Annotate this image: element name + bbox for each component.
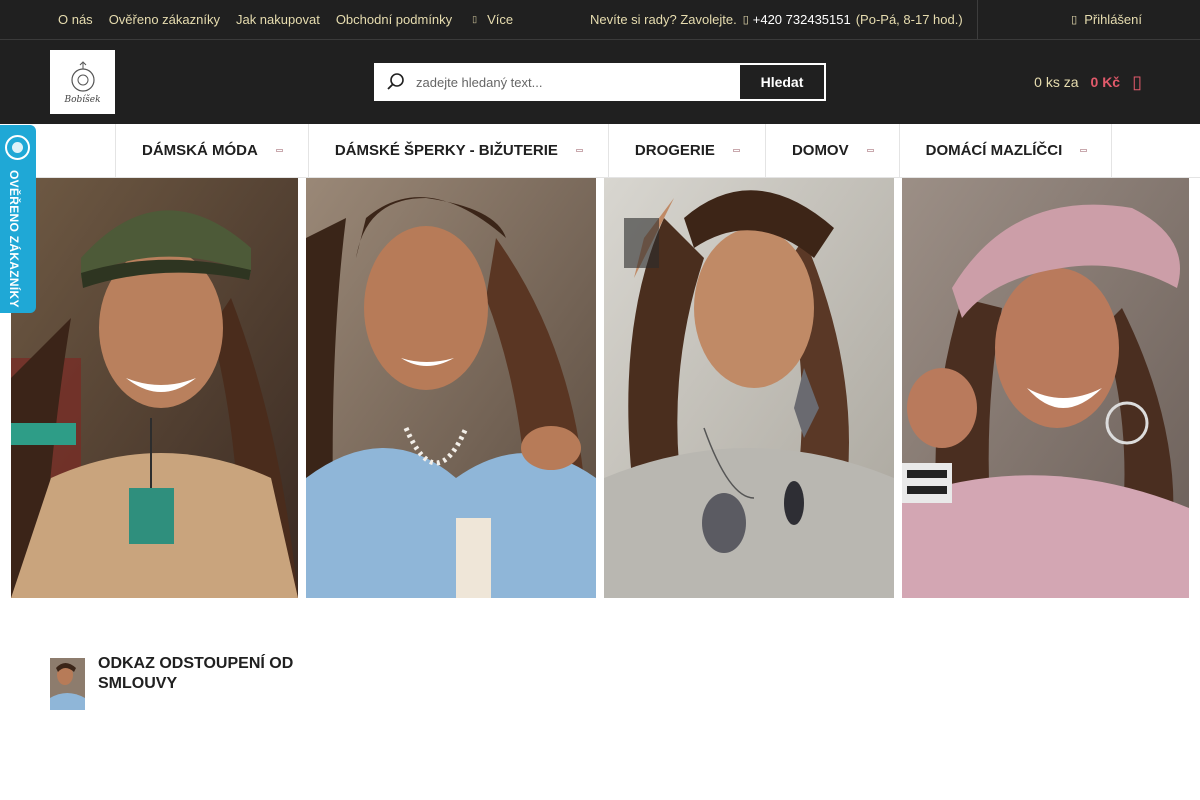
- banner-3[interactable]: [604, 178, 894, 598]
- more-menu[interactable]: ▯ Více: [472, 12, 513, 27]
- logo-mark-icon: [70, 60, 95, 92]
- main-navigation: DÁMSKÁ MÓDA DÁMSKÉ ŠPERKY - BIŽUTERIE DR…: [0, 124, 1200, 178]
- chevron-down-icon: [732, 149, 740, 152]
- banner-image: [11, 178, 298, 598]
- banner-image: [902, 178, 1189, 598]
- chevron-down-icon: [1080, 149, 1088, 152]
- more-label: Více: [487, 12, 514, 27]
- nav-item-domaci-mazlicci[interactable]: DOMÁCÍ MAZLÍČCI: [900, 124, 1113, 177]
- verified-badge[interactable]: OVĚŘENO ZÁKAZNÍKY: [0, 125, 36, 313]
- banner-image: [306, 178, 596, 598]
- seal-icon: [5, 135, 30, 160]
- nav-item-damske-sperky[interactable]: DÁMSKÉ ŠPERKY - BIŽUTERIE: [309, 124, 609, 177]
- article-thumbnail-image: [50, 658, 85, 710]
- divider: [977, 0, 978, 39]
- banner-image: [604, 178, 894, 598]
- banner-2[interactable]: [306, 178, 596, 598]
- chevron-down-icon: [575, 149, 583, 152]
- link-overeno-zakazniky[interactable]: Ověřeno zákazníky: [109, 12, 220, 27]
- chevron-down-icon: [866, 149, 874, 152]
- cart-price: 0 Kč: [1090, 74, 1121, 90]
- search-button[interactable]: Hledat: [740, 65, 824, 99]
- link-obchodni-podminky[interactable]: Obchodní podmínky: [336, 12, 452, 27]
- contact-text: Nevíte si rady? Zavolejte.: [590, 12, 737, 27]
- nav-item-drogerie[interactable]: DROGERIE: [609, 124, 766, 177]
- nav-label: DROGERIE: [634, 142, 715, 159]
- logo[interactable]: Bobíšek: [50, 50, 115, 114]
- login-label: Přihlášení: [1084, 12, 1142, 27]
- user-icon: ▯: [1071, 14, 1078, 26]
- cart-quantity: 0 ks za: [1034, 74, 1079, 90]
- opening-hours: (Po-Pá, 8-17 hod.): [855, 12, 963, 27]
- nav-label: DOMÁCÍ MAZLÍČCI: [925, 142, 1063, 159]
- phone-icon: ▯: [742, 14, 749, 26]
- logo-text: Bobíšek: [64, 94, 101, 105]
- banner-1[interactable]: [11, 178, 298, 598]
- nav-label: DÁMSKÉ ŠPERKY - BIŽUTERIE: [334, 142, 558, 159]
- contact-info: Nevíte si rady? Zavolejte. ▯ +420 732435…: [590, 0, 963, 39]
- link-o-nas[interactable]: O nás: [58, 12, 93, 27]
- more-icon: ▯: [472, 14, 478, 24]
- cart-icon: ▯: [1132, 71, 1142, 92]
- login-link[interactable]: ▯ Přihlášení: [1071, 0, 1142, 39]
- nav-label: DÁMSKÁ MÓDA: [142, 142, 258, 159]
- phone-number[interactable]: +420 732435151: [753, 12, 851, 27]
- top-links: O nás Ověřeno zákazníky Jak nakupovat Ob…: [58, 0, 513, 39]
- article-thumbnail[interactable]: [50, 658, 85, 710]
- search-icon: [376, 65, 416, 99]
- header: Bobíšek Hledat 0 ks za 0 Kč ▯: [0, 40, 1200, 124]
- hero-banners: [11, 178, 1189, 598]
- link-jak-nakupovat[interactable]: Jak nakupovat: [236, 12, 320, 27]
- verified-badge-label: OVĚŘENO ZÁKAZNÍKY: [7, 170, 21, 308]
- article-item[interactable]: Odkaz odstoupení od smlouvy: [50, 655, 318, 710]
- nav-item-domov[interactable]: DOMOV: [766, 124, 900, 177]
- top-bar: O nás Ověřeno zákazníky Jak nakupovat Ob…: [0, 0, 1200, 40]
- banner-4[interactable]: [902, 178, 1189, 598]
- search-bar: Hledat: [374, 63, 826, 101]
- search-input[interactable]: [416, 65, 740, 99]
- article-title[interactable]: Odkaz odstoupení od smlouvy: [98, 654, 318, 710]
- chevron-down-icon: [275, 149, 283, 152]
- nav-item-damska-moda[interactable]: DÁMSKÁ MÓDA: [116, 124, 309, 177]
- nav-label: DOMOV: [791, 142, 849, 159]
- cart[interactable]: 0 ks za 0 Kč ▯: [1034, 40, 1142, 124]
